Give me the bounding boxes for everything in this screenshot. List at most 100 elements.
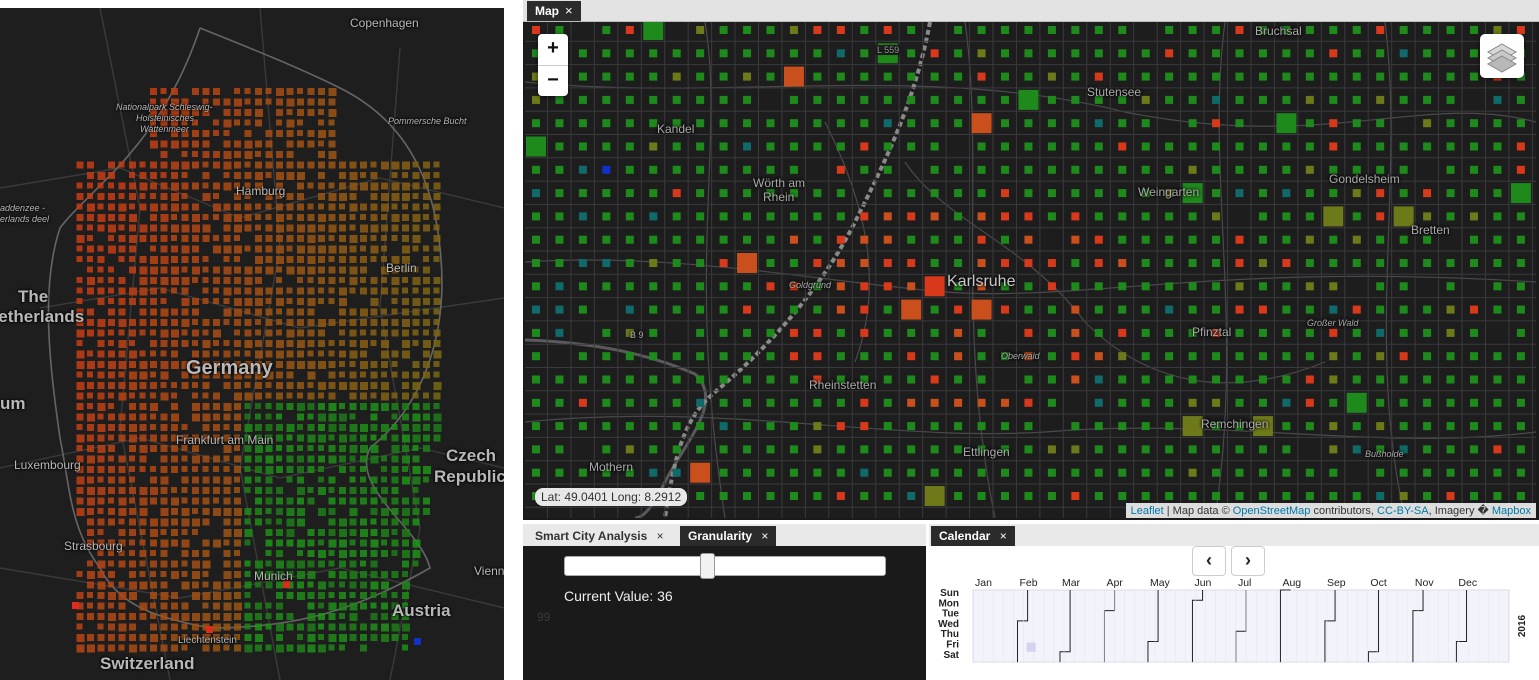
heat-cell bbox=[719, 328, 728, 337]
tab-smart-city-analysis[interactable]: Smart City Analysis × bbox=[527, 526, 672, 546]
layers-button[interactable] bbox=[1480, 34, 1524, 78]
overview-cell bbox=[150, 466, 156, 472]
overview-cell bbox=[87, 602, 93, 609]
map-label-ettlingen: Ettlingen bbox=[963, 445, 1010, 459]
overview-cell bbox=[370, 203, 378, 211]
overview-cell bbox=[265, 644, 272, 651]
overview-map[interactable]: Copenhagen Nationalpark Schleswig- Holst… bbox=[0, 8, 504, 680]
heat-cell bbox=[766, 235, 775, 244]
overview-cell bbox=[244, 119, 251, 126]
overview-cell bbox=[76, 434, 85, 443]
overview-cell bbox=[276, 172, 284, 180]
overview-cell bbox=[360, 487, 367, 494]
overview-cell bbox=[391, 508, 399, 515]
overview-cell bbox=[381, 382, 389, 390]
overview-cell bbox=[223, 382, 231, 389]
overview-cell bbox=[129, 214, 137, 222]
mapbox-link[interactable]: Mapbox bbox=[1492, 505, 1531, 517]
heat-cell bbox=[1470, 328, 1478, 337]
heat-cell bbox=[977, 492, 986, 500]
overview-cell bbox=[234, 88, 240, 94]
heat-cell bbox=[1470, 445, 1478, 454]
overview-cell bbox=[255, 518, 262, 526]
overview-cell bbox=[276, 602, 283, 610]
heat-cell bbox=[1118, 305, 1127, 314]
zoom-in-button[interactable]: + bbox=[538, 34, 568, 66]
overview-cell bbox=[412, 434, 421, 443]
tab-smart-city-close-icon[interactable]: × bbox=[657, 529, 664, 543]
overview-cell bbox=[171, 424, 178, 431]
tab-granularity-close-icon[interactable]: × bbox=[761, 529, 768, 543]
overview-cell bbox=[349, 256, 357, 263]
heat-cell bbox=[532, 26, 540, 34]
osm-link[interactable]: OpenStreetMap bbox=[1233, 505, 1311, 517]
overview-cell bbox=[297, 140, 304, 148]
heat-cell bbox=[1235, 72, 1244, 81]
overview-cell bbox=[244, 214, 252, 221]
overview-cell bbox=[150, 266, 158, 275]
overview-cell bbox=[402, 382, 409, 389]
ov-label-luxembourg: Luxembourg bbox=[14, 458, 81, 472]
heat-cell bbox=[1376, 422, 1385, 431]
overview-cell bbox=[339, 256, 346, 263]
heat-cell bbox=[1047, 328, 1056, 337]
heat-cell bbox=[1493, 235, 1502, 244]
tab-map-close-icon[interactable]: × bbox=[565, 3, 573, 18]
license-link[interactable]: CC-BY-SA bbox=[1377, 505, 1429, 517]
overview-cell bbox=[402, 455, 410, 464]
overview-cell bbox=[244, 287, 252, 295]
map-panel: Map × + − L 559 Bruchsal Stutensee Kande… bbox=[523, 0, 1539, 520]
overview-cell bbox=[108, 298, 114, 304]
heat-cell bbox=[1212, 49, 1221, 58]
heat-cell bbox=[1024, 492, 1033, 500]
overview-cell bbox=[286, 529, 295, 537]
overview-cell bbox=[286, 287, 293, 294]
heat-cell bbox=[555, 259, 564, 267]
overview-cell bbox=[192, 224, 200, 233]
overview-cell bbox=[244, 476, 252, 484]
heat-cell bbox=[766, 375, 775, 384]
overview-cell bbox=[129, 497, 135, 504]
overview-cell bbox=[307, 161, 315, 169]
zoom-out-button[interactable]: − bbox=[538, 66, 568, 97]
overview-cell bbox=[192, 550, 199, 557]
overview-cell bbox=[391, 497, 399, 505]
overview-cell bbox=[339, 214, 346, 221]
calendar-month-label: Sep bbox=[1327, 577, 1346, 589]
overview-cell bbox=[244, 224, 252, 232]
heat-cell bbox=[602, 165, 611, 174]
overview-cell bbox=[286, 560, 295, 569]
overview-cell bbox=[349, 245, 357, 253]
overview-cell bbox=[328, 634, 337, 642]
main-map[interactable]: + − L 559 Bruchsal Stutensee Kandel Wört… bbox=[525, 22, 1536, 518]
overview-cell bbox=[192, 256, 199, 263]
overview-cell bbox=[412, 466, 421, 474]
overview-cell bbox=[202, 424, 210, 431]
heat-cell bbox=[602, 189, 611, 198]
heat-cell bbox=[602, 398, 611, 407]
heat-cell bbox=[1470, 165, 1478, 174]
overview-cell bbox=[318, 298, 324, 304]
heat-cell bbox=[954, 49, 963, 58]
granularity-slider[interactable] bbox=[564, 553, 886, 579]
overview-cell bbox=[213, 298, 219, 304]
heat-cell bbox=[1071, 119, 1080, 128]
heat-cell bbox=[1071, 282, 1080, 291]
heat-cell bbox=[719, 492, 728, 500]
overview-cell bbox=[171, 508, 178, 515]
overview-cell bbox=[129, 361, 136, 368]
overview-borders bbox=[47, 27, 443, 629]
overview-cell bbox=[423, 392, 429, 399]
overview-cell bbox=[181, 560, 188, 567]
overview-cell bbox=[402, 529, 410, 537]
heat-cell bbox=[696, 212, 705, 221]
calendar-month-label: Feb bbox=[1019, 577, 1037, 589]
leaflet-link[interactable]: Leaflet bbox=[1131, 505, 1164, 517]
heat-cell bbox=[1352, 212, 1361, 221]
heat-cell bbox=[1376, 492, 1385, 500]
tab-map[interactable]: Map × bbox=[527, 1, 581, 21]
slider-thumb[interactable] bbox=[699, 553, 715, 579]
heat-cell bbox=[836, 95, 845, 104]
tab-granularity[interactable]: Granularity × bbox=[680, 526, 777, 546]
overview-cell bbox=[192, 130, 199, 137]
